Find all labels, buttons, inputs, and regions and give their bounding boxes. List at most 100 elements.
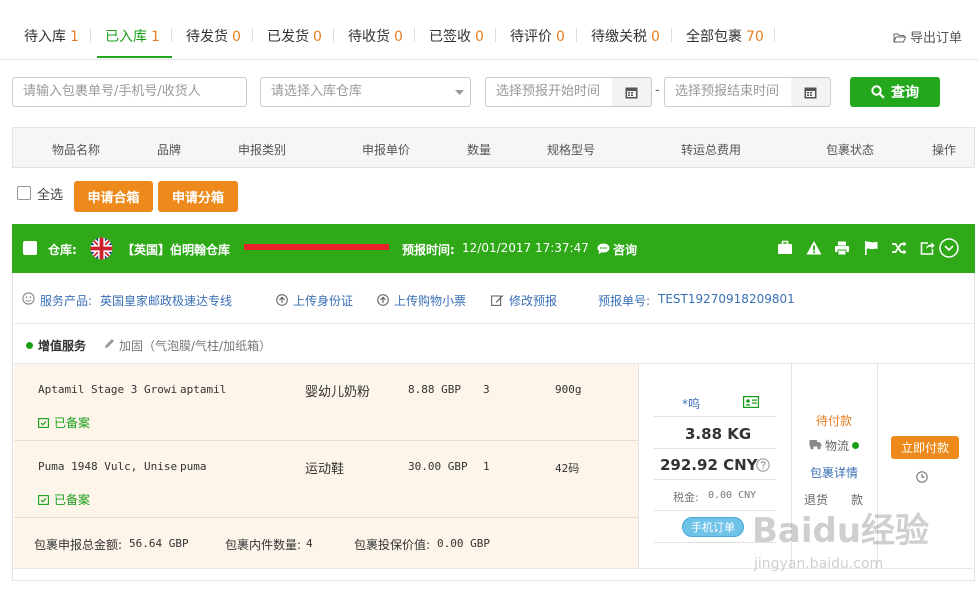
search-icon <box>871 85 885 99</box>
forecast-time-label: 预报时间: <box>402 243 455 257</box>
smile-icon <box>22 292 35 305</box>
column-header-spec: 规格型号 <box>547 143 596 157</box>
edit-icon <box>491 295 504 306</box>
column-header-quantity: 数量 <box>467 143 492 157</box>
item-filed-status: 已备案 <box>38 491 90 508</box>
service-product-name[interactable]: 英国皇家邮政极速达专线 <box>100 292 232 309</box>
select-all-label: 全选 <box>37 188 64 203</box>
tab-all-packages[interactable]: 全部包裹 70 <box>686 26 764 46</box>
folder-open-icon <box>893 33 907 43</box>
consult-button[interactable]: 咨询 <box>597 241 637 258</box>
status-tabs: 待入库 1 已入库 1 待发货 0 已发货 0 待收货 0 已签收 0 待评价 0 待缴关税 0… <box>0 0 978 60</box>
baidu-watermark-logo: Baidu经验 jingyan.baidu.com <box>752 511 929 572</box>
item-spec: 900g <box>555 383 582 396</box>
merge-packages-button[interactable]: 申请合箱 <box>74 181 153 212</box>
tab-pending-review[interactable]: 待评价 0 <box>510 26 565 46</box>
tab-pending-tax[interactable]: 待缴关税 0 <box>591 26 660 46</box>
value-added-label: 增值服务 <box>38 339 87 353</box>
truck-icon <box>809 440 822 450</box>
calendar-check-icon <box>38 495 49 505</box>
item-brand: puma <box>180 460 207 473</box>
select-all-checkbox[interactable] <box>17 186 31 200</box>
upload-receipt-button[interactable]: 上传购物小票 <box>377 292 466 309</box>
value-added-dot <box>26 342 33 349</box>
end-date-input[interactable]: 选择预报结束时间 <box>664 77 792 107</box>
transfer-total-fee: 292.92 CNY <box>660 456 758 474</box>
insured-value-label: 包裹投保价值: <box>354 538 431 552</box>
redacted-bar <box>244 244 389 250</box>
forecast-time: 12/01/2017 17:37:47 <box>462 241 589 255</box>
end-date-picker-button[interactable] <box>791 77 831 107</box>
reinforce-service[interactable]: 加固（气泡膜/气柱/加纸箱） <box>119 337 271 354</box>
package-weight: 3.88 KG <box>685 425 752 443</box>
service-product-label: 服务产品: <box>40 294 93 308</box>
calendar-check-icon <box>38 418 49 428</box>
item-filed-status: 已备案 <box>38 414 90 431</box>
tab-pending-inbound[interactable]: 待入库 1 <box>24 26 79 46</box>
export-orders-button[interactable]: 导出订单 <box>893 27 962 46</box>
item-category: 运动鞋 <box>305 462 345 477</box>
column-header-unit-price: 申报单价 <box>362 143 411 157</box>
table-header: 物品名称 品牌 申报类别 申报单价 数量 规格型号 转运总费用 包裹状态 操作 <box>12 127 975 168</box>
tab-shipped[interactable]: 已发货 0 <box>267 26 322 46</box>
clock-icon[interactable] <box>916 471 928 483</box>
logistics-status-dot <box>852 442 859 449</box>
calendar-icon <box>625 87 638 98</box>
shuffle-icon[interactable] <box>891 240 907 256</box>
item-count-label: 包裹内件数量: <box>225 538 302 552</box>
print-icon[interactable] <box>834 240 850 256</box>
pencil-icon <box>105 339 114 348</box>
chevron-down-icon[interactable] <box>939 238 959 258</box>
briefcase-icon[interactable] <box>777 240 793 256</box>
warehouse-name: 【英国】伯明翰仓库 <box>122 243 231 257</box>
item-price: 8.88 GBP <box>408 383 461 396</box>
package-checkbox[interactable] <box>23 241 37 255</box>
total-declared-label: 包裹申报总金额: <box>34 538 123 552</box>
warehouse-label: 仓库: <box>48 243 77 257</box>
item-count-value: 4 <box>306 537 313 550</box>
recipient-name[interactable]: *呜 <box>682 395 700 412</box>
tab-pending-receive[interactable]: 待收货 0 <box>348 26 403 46</box>
uk-flag-icon <box>90 237 113 260</box>
upload-icon <box>276 294 288 306</box>
tax-value: 0.00 CNY <box>708 490 757 501</box>
forecast-number-label: 预报单号: <box>598 294 651 308</box>
tab-pending-ship[interactable]: 待发货 0 <box>186 26 241 46</box>
item-quantity: 1 <box>483 460 490 473</box>
chat-bubble-icon <box>597 243 610 255</box>
column-header-actions: 操作 <box>932 143 957 157</box>
date-range-separator: - <box>655 83 660 98</box>
pay-now-button[interactable]: 立即付款 <box>891 436 959 459</box>
start-date-input[interactable]: 选择预报开始时间 <box>485 77 613 107</box>
split-package-button[interactable]: 申请分箱 <box>158 181 238 212</box>
warning-icon[interactable] <box>806 240 822 256</box>
caret-down-icon <box>455 90 464 95</box>
flag-icon[interactable] <box>863 240 879 256</box>
mobile-order-badge: 手机订单 <box>682 517 744 537</box>
question-icon[interactable] <box>756 458 770 472</box>
column-header-brand: 品牌 <box>157 143 182 157</box>
edit-forecast-button[interactable]: 修改预报 <box>491 292 557 309</box>
tax-label: 税金: <box>673 491 699 504</box>
start-date-picker-button[interactable] <box>612 77 652 107</box>
package-search-input[interactable]: 请输入包裹单号/手机号/收货人 <box>12 77 247 107</box>
logistics-link[interactable]: 物流 <box>825 437 849 454</box>
item-price: 30.00 GBP <box>408 460 468 473</box>
item-category: 婴幼儿奶粉 <box>305 385 371 400</box>
tab-signed[interactable]: 已签收 0 <box>429 26 484 46</box>
insured-value: 0.00 GBP <box>437 537 490 550</box>
total-declared-value: 56.64 GBP <box>129 537 189 550</box>
active-tab-underline <box>97 56 172 58</box>
calendar-icon <box>804 87 817 98</box>
warehouse-select[interactable]: 请选择入库仓库 <box>260 77 471 107</box>
item-name: Puma 1948 Vulc, Unisex Ad <box>38 460 178 473</box>
package-details-link[interactable]: 包裹详情 <box>810 464 858 481</box>
share-icon[interactable] <box>919 240 935 256</box>
upload-id-card-button[interactable]: 上传身份证 <box>276 292 353 309</box>
column-header-status: 包裹状态 <box>826 143 875 157</box>
search-button[interactable]: 查询 <box>850 77 940 107</box>
item-brand: aptamil <box>180 383 227 396</box>
svg-text:jingyan.baidu.com: jingyan.baidu.com <box>753 556 883 572</box>
tab-inbound[interactable]: 已入库 1 <box>105 26 160 46</box>
id-card-icon[interactable] <box>743 396 759 408</box>
